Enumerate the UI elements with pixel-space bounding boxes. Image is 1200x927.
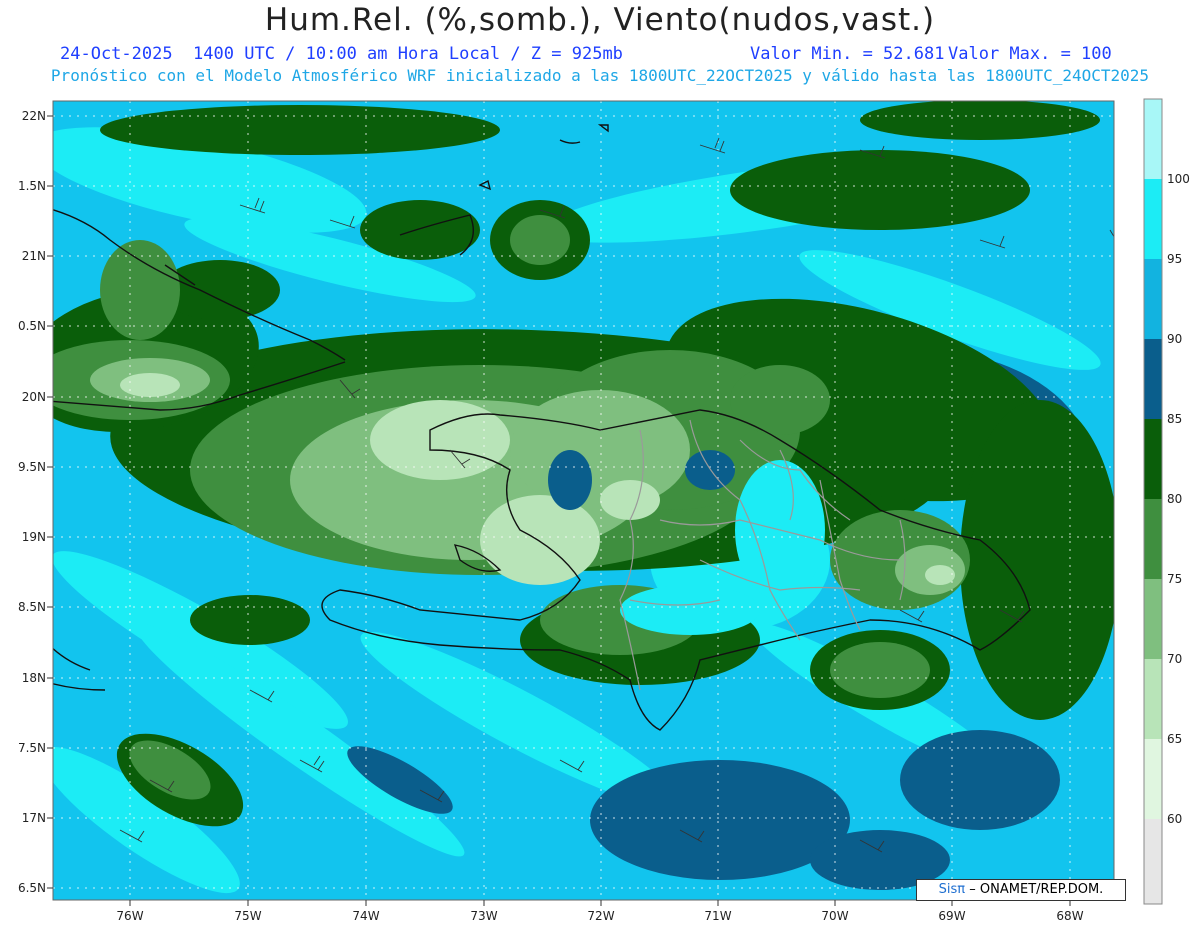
lat-label: 8.5N [18, 600, 46, 614]
sispi-logo-text: Sisπ [938, 882, 966, 897]
humidity-field [53, 101, 1114, 900]
lat-label: 0.5N [18, 319, 46, 333]
colorbar-label: 75 [1167, 572, 1182, 586]
lon-label: 75W [234, 909, 261, 923]
colorbar-swatch [1144, 419, 1162, 499]
colorbar-label: 60 [1167, 812, 1182, 826]
colorbar-label: 95 [1167, 252, 1182, 266]
lat-label: 1.5N [18, 179, 46, 193]
colorbar-swatch [1144, 579, 1162, 659]
colorbar-swatch [1144, 99, 1162, 179]
colorbar-labels: 100 95 90 85 80 75 70 65 60 [1167, 172, 1190, 826]
lat-label: 7.5N [18, 741, 46, 755]
lat-label: 22N [22, 109, 46, 123]
lon-labels: 76W 75W 74W 73W 72W 71W 70W 69W 68W [116, 909, 1083, 923]
colorbar-label: 100 [1167, 172, 1190, 186]
colorbar-label: 85 [1167, 412, 1182, 426]
map-canvas: 22N 1.5N 21N 0.5N 20N 9.5N 19N 8.5N 18N … [18, 98, 1190, 923]
lon-label: 76W [116, 909, 143, 923]
lon-label: 73W [470, 909, 497, 923]
colorbar-label: 80 [1167, 492, 1182, 506]
lat-label: 6.5N [18, 881, 46, 895]
colorbar-swatch [1144, 339, 1162, 419]
lon-label: 74W [352, 909, 379, 923]
lon-label: 68W [1056, 909, 1083, 923]
lat-label: 21N [22, 249, 46, 263]
colorbar-label: 65 [1167, 732, 1182, 746]
colorbar [1143, 98, 1163, 905]
lat-label: 18N [22, 671, 46, 685]
lat-labels: 22N 1.5N 21N 0.5N 20N 9.5N 19N 8.5N 18N … [18, 109, 46, 895]
lat-label: 17N [22, 811, 46, 825]
lat-label: 9.5N [18, 460, 46, 474]
colorbar-label: 70 [1167, 652, 1182, 666]
colorbar-swatch [1144, 739, 1162, 819]
colorbar-swatch [1144, 659, 1162, 739]
colorbar-swatch [1144, 819, 1162, 904]
lon-label: 72W [587, 909, 614, 923]
lat-label: 19N [22, 530, 46, 544]
colorbar-label: 90 [1167, 332, 1182, 346]
lon-label: 71W [704, 909, 731, 923]
credit-text: – ONAMET/REP.DOM. [969, 882, 1104, 897]
credit-box: Sisπ – ONAMET/REP.DOM. [916, 879, 1126, 901]
colorbar-swatch [1144, 499, 1162, 579]
lat-label: 20N [22, 390, 46, 404]
lon-label: 70W [821, 909, 848, 923]
lon-label: 69W [938, 909, 965, 923]
lat-ticks [47, 115, 53, 889]
colorbar-swatch [1144, 179, 1162, 259]
colorbar-swatch [1144, 259, 1162, 339]
